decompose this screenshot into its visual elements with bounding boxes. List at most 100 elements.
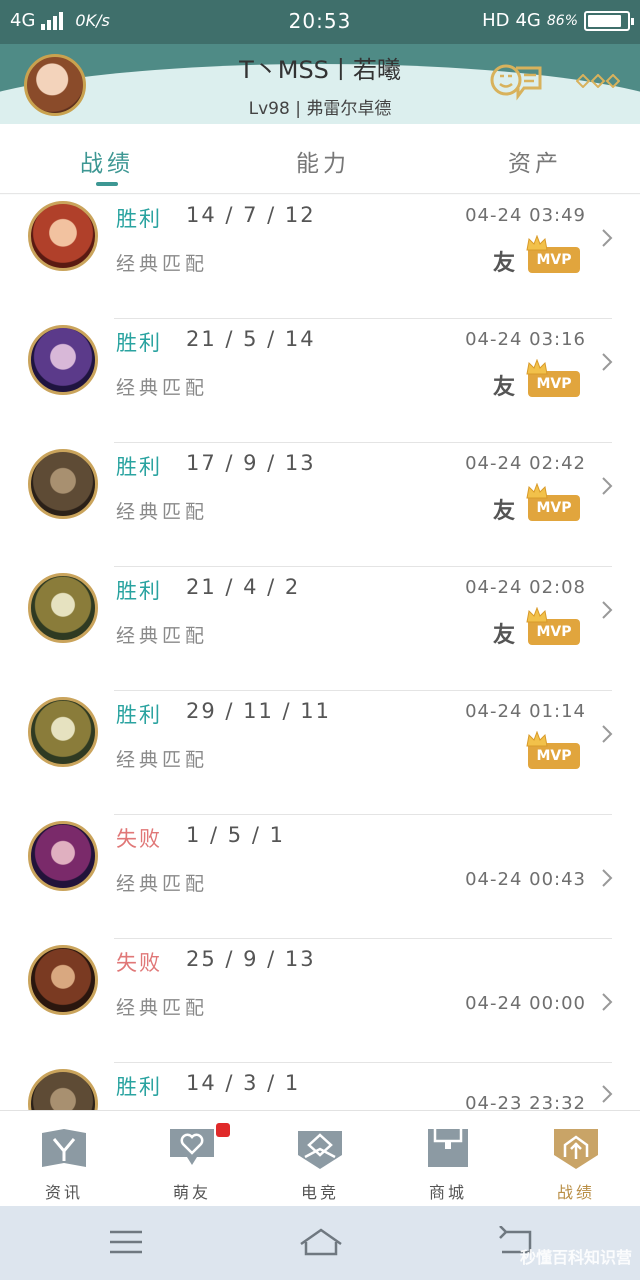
nav-esports[interactable]: 电竞 [256, 1125, 384, 1207]
match-time: 04-24 00:00 [465, 993, 586, 1014]
match-time: 04-24 03:49 [465, 205, 586, 226]
profile-header: T丶MSS丨若曦 Lv98 | 弗雷尔卓德 [0, 44, 640, 124]
match-result: 胜利 [116, 579, 162, 603]
champion-avatar [28, 697, 98, 767]
mvp-label: MVP [536, 748, 572, 764]
match-row[interactable]: 胜利 21 / 5 / 14 经典匹配 04-24 03:16 友 MVP [0, 319, 640, 443]
mvp-label: MVP [536, 500, 572, 516]
match-row[interactable]: 失败 1 / 5 / 1 经典匹配 04-24 00:43 [0, 815, 640, 939]
mvp-label: MVP [536, 624, 572, 640]
friend-badge: 友 [493, 251, 516, 276]
nav-label: 萌友 [172, 1183, 211, 1202]
notification-dot [216, 1123, 230, 1137]
chat-icon[interactable] [490, 62, 544, 102]
more-options-icon[interactable] [576, 74, 620, 88]
match-row[interactable]: 胜利 14 / 7 / 12 经典匹配 04-24 03:49 友 MVP [0, 195, 640, 319]
menu-icon[interactable] [106, 1226, 146, 1258]
battery-icon [584, 10, 634, 31]
nav-label: 商城 [428, 1183, 467, 1202]
match-kda: 29 / 11 / 11 [186, 699, 332, 723]
player-nickname: T丶MSS丨若曦 [239, 56, 401, 84]
champion-avatar [28, 945, 98, 1015]
champion-avatar [28, 1069, 98, 1110]
mvp-badge: MVP [526, 607, 580, 645]
match-result: 胜利 [116, 703, 162, 727]
status-bar: 4G 0K/s 20:53 HD 4G 86% [0, 0, 640, 44]
nav-label: 电竞 [300, 1183, 339, 1202]
champion-avatar [28, 573, 98, 643]
nav-record[interactable]: 战绩 [512, 1125, 640, 1207]
crown-icon [526, 731, 548, 747]
store-icon [428, 1129, 468, 1167]
match-kda: 25 / 9 / 13 [186, 947, 316, 971]
champion-avatar [28, 325, 98, 395]
match-history-list: 胜利 14 / 7 / 12 经典匹配 04-24 03:49 友 MVP 胜利… [0, 195, 640, 1110]
match-mode: 经典匹配 [116, 377, 209, 399]
battery-fill [588, 14, 621, 27]
friend-badge: 友 [493, 623, 516, 648]
match-time: 04-24 02:08 [465, 577, 586, 598]
chevron-right-icon [602, 477, 613, 495]
network-type-right: 4G [515, 10, 541, 31]
match-mode: 经典匹配 [116, 873, 209, 895]
status-right: HD 4G 86% [482, 10, 634, 31]
esports-icon [298, 1131, 342, 1169]
mvp-label: MVP [536, 252, 572, 268]
chevron-right-icon [602, 725, 613, 743]
match-row[interactable]: 胜利 17 / 9 / 13 经典匹配 04-24 02:42 友 MVP [0, 443, 640, 567]
match-kda: 14 / 7 / 12 [186, 203, 316, 227]
nav-label: 战绩 [556, 1183, 595, 1202]
match-kda: 14 / 3 / 1 [186, 1071, 301, 1095]
tab-ability[interactable]: 能力 [296, 144, 350, 178]
match-time: 04-23 23:32 [465, 1093, 586, 1110]
chevron-right-icon [602, 993, 613, 1011]
match-mode: 经典匹配 [116, 749, 209, 771]
nav-friends[interactable]: 萌友 [128, 1123, 256, 1207]
mvp-label: MVP [536, 376, 572, 392]
tab-assets[interactable]: 资产 [508, 144, 562, 178]
match-result: 失败 [116, 827, 162, 851]
mvp-badge: MVP [526, 235, 580, 273]
champion-avatar [28, 821, 98, 891]
nav-news[interactable]: 资讯 [0, 1125, 128, 1207]
player-level-server: Lv98 | 弗雷尔卓德 [248, 99, 392, 119]
match-result: 失败 [116, 951, 162, 975]
match-row[interactable]: 失败 25 / 9 / 13 经典匹配 04-24 00:00 [0, 939, 640, 1063]
tab-bar: 战绩 能力 资产 [0, 124, 640, 194]
hd-indicator: HD [482, 10, 510, 31]
nav-label: 资讯 [44, 1183, 83, 1202]
match-kda: 21 / 4 / 2 [186, 575, 301, 599]
match-result: 胜利 [116, 207, 162, 231]
crown-icon [526, 235, 548, 251]
active-tab-indicator [96, 182, 118, 186]
tab-record[interactable]: 战绩 [80, 144, 134, 178]
match-result: 胜利 [116, 331, 162, 355]
match-result: 胜利 [116, 455, 162, 479]
match-mode: 经典匹配 [116, 625, 209, 647]
nav-store[interactable]: 商城 [384, 1125, 512, 1207]
news-icon [42, 1129, 86, 1167]
chevron-right-icon [602, 229, 613, 247]
match-mode: 经典匹配 [116, 501, 209, 523]
match-result: 胜利 [116, 1075, 162, 1099]
friend-badge: 友 [493, 499, 516, 524]
mvp-badge: MVP [526, 731, 580, 769]
watermark: 秒懂百科知识营 [519, 1248, 632, 1267]
home-icon[interactable] [298, 1226, 344, 1258]
crown-icon [526, 483, 548, 499]
crown-icon [526, 607, 548, 623]
match-row[interactable]: 胜利 14 / 3 / 1 04-23 23:32 [0, 1063, 640, 1110]
record-icon [554, 1129, 598, 1169]
match-kda: 17 / 9 / 13 [186, 451, 316, 475]
crown-icon [526, 359, 548, 375]
match-row[interactable]: 胜利 29 / 11 / 11 经典匹配 04-24 01:14 MVP [0, 691, 640, 815]
mvp-badge: MVP [526, 359, 580, 397]
match-row[interactable]: 胜利 21 / 4 / 2 经典匹配 04-24 02:08 友 MVP [0, 567, 640, 691]
chevron-right-icon [602, 601, 613, 619]
champion-avatar [28, 201, 98, 271]
system-navigation-bar: 秒懂百科知识营 [0, 1206, 640, 1280]
friend-badge: 友 [493, 375, 516, 400]
match-kda: 1 / 5 / 1 [186, 823, 285, 847]
match-time: 04-24 01:14 [465, 701, 586, 722]
match-mode: 经典匹配 [116, 253, 209, 275]
